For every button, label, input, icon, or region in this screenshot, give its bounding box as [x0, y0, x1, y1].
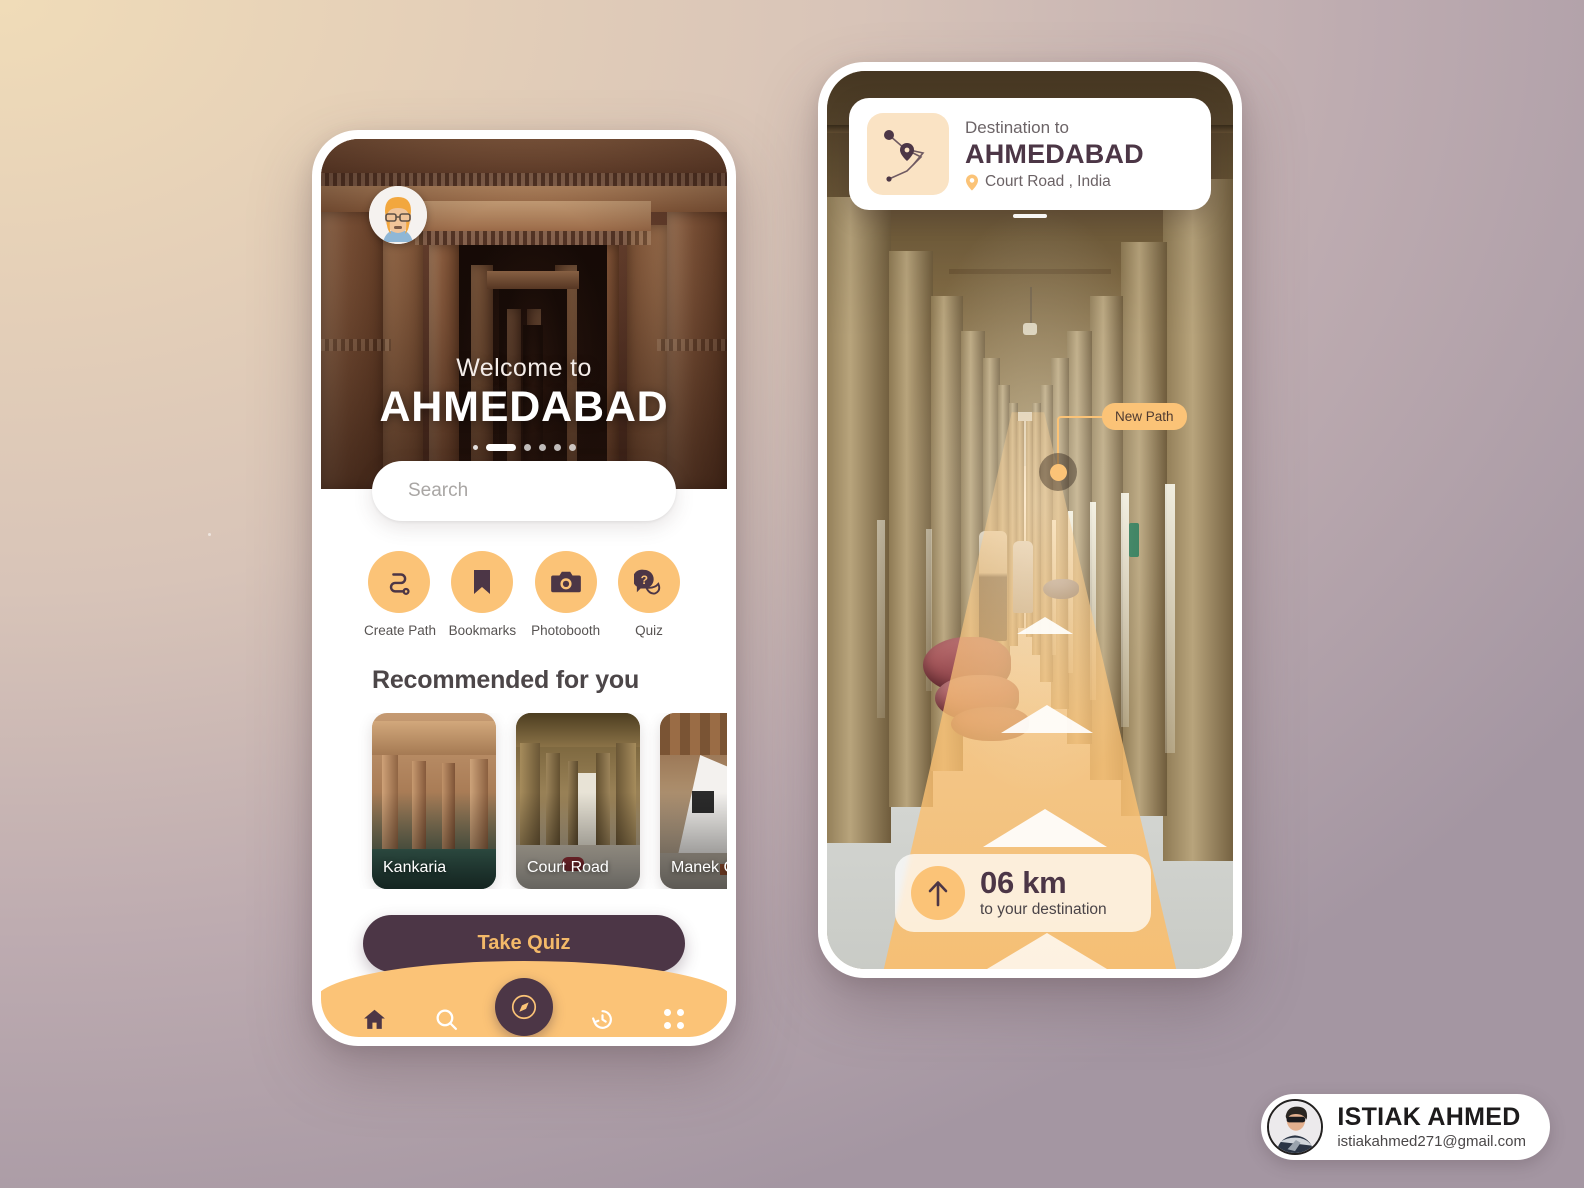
card-drag-handle[interactable]: [1013, 214, 1047, 218]
screenshot-canvas: Welcome to AHMEDABAD Search Create Path …: [0, 0, 1584, 1188]
quick-action-create-path[interactable]: Create Path: [364, 551, 437, 638]
avatar: [1267, 1099, 1324, 1155]
credit-email: istiakahmed271@gmail.com: [1337, 1132, 1526, 1150]
nav-item-home[interactable]: [351, 999, 397, 1037]
quick-actions-row: Create Path Bookmarks Photobooth ? Quiz: [321, 551, 727, 638]
distance-card[interactable]: 06 km to your destination: [895, 854, 1151, 932]
home-screen: Welcome to AHMEDABAD Search Create Path …: [321, 139, 727, 1037]
hero-text-block: Welcome to AHMEDABAD: [321, 354, 727, 431]
quick-action-label: Create Path: [364, 623, 437, 638]
destination-title: AHMEDABAD: [965, 138, 1144, 169]
home-icon: [363, 1009, 385, 1029]
nav-item-history[interactable]: [579, 999, 625, 1037]
destination-info: Destination to AHMEDABAD Court Road , In…: [965, 117, 1193, 192]
quick-action-label: Quiz: [635, 623, 663, 638]
quick-action-label: Photobooth: [531, 623, 601, 638]
ar-navigation-screen: Destination to AHMEDABAD Court Road , In…: [827, 71, 1233, 969]
camera-icon: [550, 571, 581, 593]
quick-action-icon-wrap: [368, 551, 430, 613]
destination-card[interactable]: Destination to AHMEDABAD Court Road , In…: [849, 98, 1211, 210]
credit-name: ISTIAK AHMED: [1337, 1103, 1521, 1132]
route-path-icon: [389, 573, 410, 595]
new-path-marker[interactable]: [1039, 453, 1077, 491]
svg-text:?: ?: [641, 573, 648, 587]
recommended-card[interactable]: Kankaria: [372, 713, 496, 889]
carousel-dot[interactable]: [523, 444, 531, 451]
destination-location-text: Court Road , India: [985, 173, 1111, 191]
welcome-label: Welcome to: [456, 353, 592, 382]
designer-avatar-icon: [1269, 1101, 1322, 1153]
carousel-dot[interactable]: [568, 444, 576, 451]
page-title: AHMEDABAD: [379, 382, 669, 431]
quick-action-icon-wrap: [451, 551, 514, 613]
card-label: Manek Ch: [671, 859, 727, 876]
avatar[interactable]: [369, 186, 427, 244]
nav-item-explore[interactable]: [495, 978, 553, 1036]
phone-mockup-home: Welcome to AHMEDABAD Search Create Path …: [312, 130, 736, 1046]
route-map-icon: [884, 130, 925, 182]
route-thumbnail: [867, 113, 949, 195]
background-speck: [208, 533, 211, 536]
carousel-dot[interactable]: [553, 444, 561, 451]
history-clock-icon: [591, 1009, 612, 1029]
compass-icon: [511, 994, 537, 1020]
phone-mockup-navigation: Destination to AHMEDABAD Court Road , In…: [818, 62, 1242, 978]
carousel-dot[interactable]: [538, 444, 546, 451]
search-icon: [436, 1009, 457, 1030]
quick-action-label: Bookmarks: [448, 623, 517, 638]
arrow-up-icon: [928, 881, 948, 907]
credit-text-block: ISTIAK AHMED istiakahmed271@gmail.com: [1337, 1104, 1526, 1150]
new-path-badge[interactable]: New Path: [1102, 403, 1187, 430]
search-input[interactable]: [408, 480, 653, 502]
section-title-recommended: Recommended for you: [372, 666, 640, 694]
bottom-navigation-bar: [321, 961, 727, 1037]
quick-action-photobooth[interactable]: Photobooth: [531, 551, 601, 638]
carousel-dot-active[interactable]: [485, 444, 516, 451]
nav-item-search[interactable]: [423, 999, 469, 1037]
quick-action-icon-wrap: ?: [617, 551, 680, 613]
distance-subtitle: to your destination: [980, 900, 1107, 918]
question-chat-icon: ?: [633, 569, 661, 595]
map-pin-icon: [966, 174, 978, 191]
card-label: Court Road: [527, 859, 609, 876]
bookmark-icon: [474, 570, 491, 594]
user-avatar-icon: [369, 186, 427, 244]
carousel-dot[interactable]: [472, 445, 478, 450]
grid-more-icon: [664, 1009, 684, 1029]
recommended-card[interactable]: Manek Ch: [660, 713, 727, 889]
distance-value: 06 km: [980, 865, 1067, 901]
nav-item-more[interactable]: [651, 999, 697, 1037]
destination-eyebrow: Destination to: [965, 117, 1069, 137]
designer-credit-badge: ISTIAK AHMED istiakahmed271@gmail.com: [1261, 1094, 1550, 1160]
quick-action-quiz[interactable]: ? Quiz: [614, 551, 684, 638]
quick-action-bookmarks[interactable]: Bookmarks: [447, 551, 517, 638]
hero-banner: Welcome to AHMEDABAD: [321, 139, 727, 489]
recommended-card[interactable]: Court Road: [516, 713, 640, 889]
search-bar[interactable]: [372, 461, 676, 521]
card-label: Kankaria: [383, 859, 447, 876]
home-content: Create Path Bookmarks Photobooth ? Quiz …: [321, 489, 727, 1037]
distance-icon-wrap: [911, 866, 965, 920]
distance-text-block: 06 km to your destination: [980, 867, 1107, 919]
destination-location: Court Road , India: [965, 173, 1193, 191]
recommended-cards-row[interactable]: Kankaria Court Road Manek: [321, 713, 727, 889]
carousel-indicator[interactable]: [321, 444, 727, 451]
quick-action-icon-wrap: [534, 551, 597, 613]
